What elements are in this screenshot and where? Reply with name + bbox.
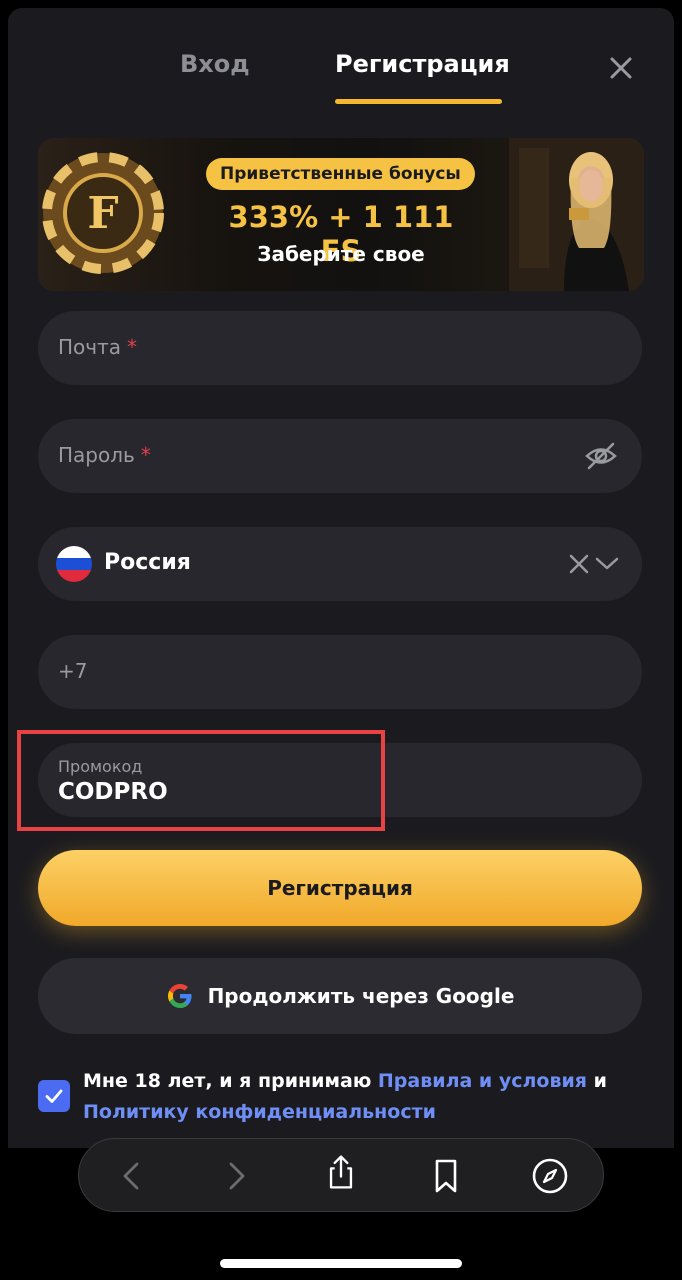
promo-highlight-frame xyxy=(17,730,385,831)
svg-text:F: F xyxy=(87,188,118,239)
google-icon xyxy=(167,984,192,1008)
chevron-right-icon[interactable] xyxy=(217,1157,255,1195)
bonus-pill: Приветственные бонусы xyxy=(206,158,475,190)
close-icon[interactable] xyxy=(605,52,637,84)
phone-field[interactable]: +7 xyxy=(38,635,642,709)
share-icon[interactable] xyxy=(322,1153,360,1191)
consent-text: Мне 18 лет, и я принимаю Правила и услов… xyxy=(83,1066,643,1128)
age-consent-checkbox[interactable] xyxy=(38,1080,70,1112)
checkmark-icon xyxy=(45,1089,63,1103)
google-button-label: Продолжить через Google xyxy=(207,984,515,1008)
russia-flag-icon xyxy=(56,546,92,582)
home-indicator xyxy=(220,1259,462,1268)
welcome-bonus-banner[interactable]: F Приветственные бонусы 333% + 1 111 FS … xyxy=(38,138,644,291)
email-label-text: Почта xyxy=(58,335,121,359)
clear-icon[interactable] xyxy=(568,553,590,575)
password-label: Пароль * xyxy=(58,443,151,467)
password-label-text: Пароль xyxy=(58,443,135,467)
eye-off-icon[interactable] xyxy=(584,439,618,473)
tab-register[interactable]: Регистрация xyxy=(335,50,510,78)
consent-prefix: Мне 18 лет, и я принимаю xyxy=(83,1070,378,1092)
terms-link[interactable]: Правила и условия xyxy=(378,1070,587,1092)
bonus-cta: Заберите свое xyxy=(257,242,425,266)
google-signin-button[interactable]: Продолжить через Google xyxy=(38,958,642,1034)
required-mark: * xyxy=(140,443,151,467)
phone-prefix: +7 xyxy=(58,659,88,683)
chevron-left-icon[interactable] xyxy=(113,1157,151,1195)
register-button[interactable]: Регистрация xyxy=(38,850,642,926)
privacy-link[interactable]: Политику конфиденциальности xyxy=(83,1101,436,1123)
password-field[interactable]: Пароль * xyxy=(38,419,642,493)
tab-login[interactable]: Вход xyxy=(180,50,250,78)
browser-toolbar xyxy=(78,1138,604,1212)
active-tab-indicator xyxy=(335,99,502,104)
chevron-down-icon[interactable] xyxy=(594,555,620,573)
compass-icon[interactable] xyxy=(531,1157,569,1195)
casino-chip-icon: F xyxy=(42,152,164,274)
email-label: Почта * xyxy=(58,335,137,359)
country-value: Россия xyxy=(104,550,191,575)
bookmark-icon[interactable] xyxy=(427,1157,465,1195)
consent-and: и xyxy=(587,1070,607,1092)
email-field[interactable]: Почта * xyxy=(38,311,642,385)
promo-model-image xyxy=(509,138,644,291)
country-select[interactable]: Россия xyxy=(38,527,642,601)
required-mark: * xyxy=(127,335,137,359)
